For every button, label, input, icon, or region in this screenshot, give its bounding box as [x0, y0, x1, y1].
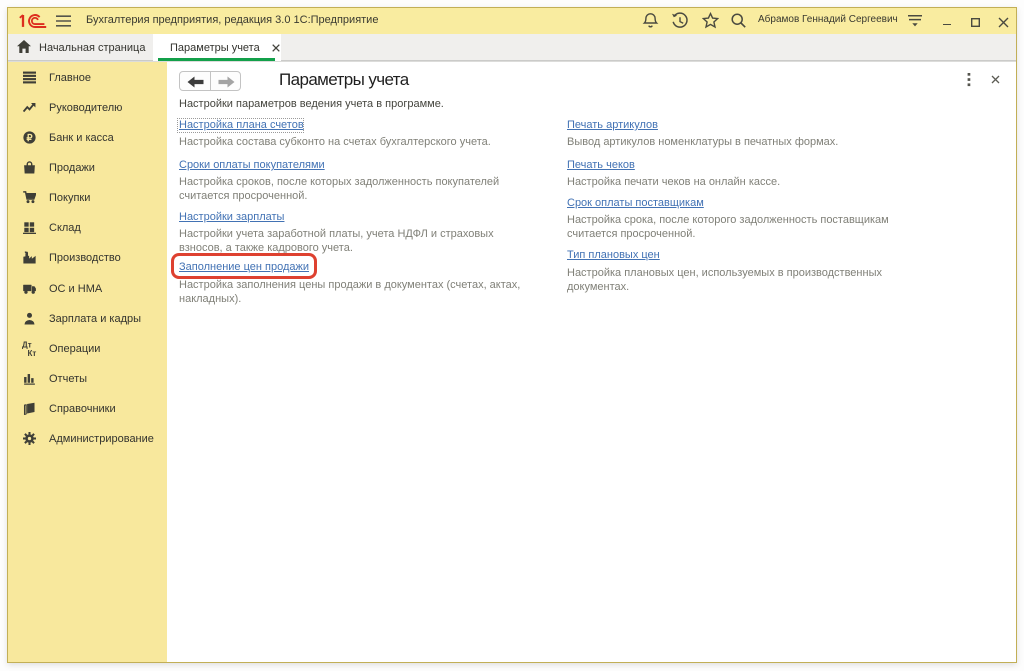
- svg-text:₽: ₽: [27, 133, 33, 143]
- svg-text:Кт: Кт: [28, 349, 37, 358]
